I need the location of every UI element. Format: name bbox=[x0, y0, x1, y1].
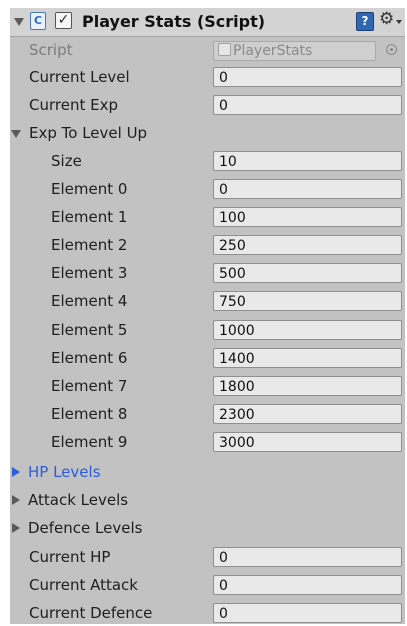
object-picker-icon[interactable] bbox=[386, 44, 397, 55]
script-object-field[interactable]: PlayerStats bbox=[213, 41, 376, 61]
element-0-label: Element 0 bbox=[51, 180, 128, 198]
current-defence-input[interactable]: 0 bbox=[213, 603, 402, 623]
hp-levels-foldout[interactable]: HP Levels bbox=[28, 463, 101, 481]
element-5-label: Element 5 bbox=[51, 321, 128, 339]
element-7-input[interactable]: 1800 bbox=[213, 376, 402, 396]
component-enabled-checkbox[interactable]: ✓ bbox=[55, 12, 72, 29]
element-1-label: Element 1 bbox=[51, 208, 128, 226]
current-exp-input[interactable]: 0 bbox=[213, 95, 402, 115]
current-hp-input[interactable]: 0 bbox=[213, 547, 402, 567]
array-size-label: Size bbox=[51, 152, 82, 170]
element-9-label: Element 9 bbox=[51, 433, 128, 451]
attack-levels-arrow-icon[interactable] bbox=[12, 495, 20, 505]
element-3-input[interactable]: 500 bbox=[213, 263, 402, 283]
attack-levels-foldout[interactable]: Attack Levels bbox=[28, 491, 128, 509]
current-level-label: Current Level bbox=[29, 68, 130, 86]
element-6-label: Element 6 bbox=[51, 349, 128, 367]
component-header[interactable]: C ✓ Player Stats (Script) ? ⚙ bbox=[10, 8, 405, 37]
element-0-input[interactable]: 0 bbox=[213, 179, 402, 199]
csharp-script-icon: C bbox=[30, 12, 46, 30]
component-title: Player Stats (Script) bbox=[82, 12, 266, 31]
element-8-input[interactable]: 2300 bbox=[213, 404, 402, 424]
current-attack-input[interactable]: 0 bbox=[213, 575, 402, 595]
current-hp-label: Current HP bbox=[29, 548, 111, 566]
gear-dropdown-caret-icon bbox=[396, 20, 402, 24]
element-2-label: Element 2 bbox=[51, 236, 128, 254]
exp-to-level-up-foldout[interactable]: Exp To Level Up bbox=[29, 124, 147, 142]
element-9-input[interactable]: 3000 bbox=[213, 432, 402, 452]
current-defence-label: Current Defence bbox=[29, 604, 153, 622]
element-4-label: Element 4 bbox=[51, 292, 128, 310]
exp-foldout-arrow-icon[interactable] bbox=[11, 130, 21, 138]
current-attack-label: Current Attack bbox=[29, 576, 138, 594]
hp-levels-arrow-icon[interactable] bbox=[12, 467, 20, 477]
element-5-input[interactable]: 1000 bbox=[213, 320, 402, 340]
current-level-input[interactable]: 0 bbox=[213, 67, 402, 87]
component-foldout-arrow-icon[interactable] bbox=[14, 18, 24, 26]
element-3-label: Element 3 bbox=[51, 264, 128, 282]
script-object-value: PlayerStats bbox=[233, 43, 313, 59]
inspector-panel: C ✓ Player Stats (Script) ? ⚙ Script Pla… bbox=[10, 8, 405, 624]
defence-levels-foldout[interactable]: Defence Levels bbox=[28, 519, 142, 537]
element-6-input[interactable]: 1400 bbox=[213, 348, 402, 368]
gear-icon[interactable]: ⚙ bbox=[379, 9, 394, 29]
script-label: Script bbox=[29, 41, 73, 59]
defence-levels-arrow-icon[interactable] bbox=[12, 523, 20, 533]
help-book-icon[interactable]: ? bbox=[356, 12, 374, 31]
element-4-input[interactable]: 750 bbox=[213, 291, 402, 311]
element-2-input[interactable]: 250 bbox=[213, 235, 402, 255]
element-7-label: Element 7 bbox=[51, 377, 128, 395]
array-size-input[interactable]: 10 bbox=[213, 151, 402, 171]
element-8-label: Element 8 bbox=[51, 405, 128, 423]
current-exp-label: Current Exp bbox=[29, 96, 118, 114]
script-file-icon bbox=[218, 43, 231, 56]
element-1-input[interactable]: 100 bbox=[213, 207, 402, 227]
